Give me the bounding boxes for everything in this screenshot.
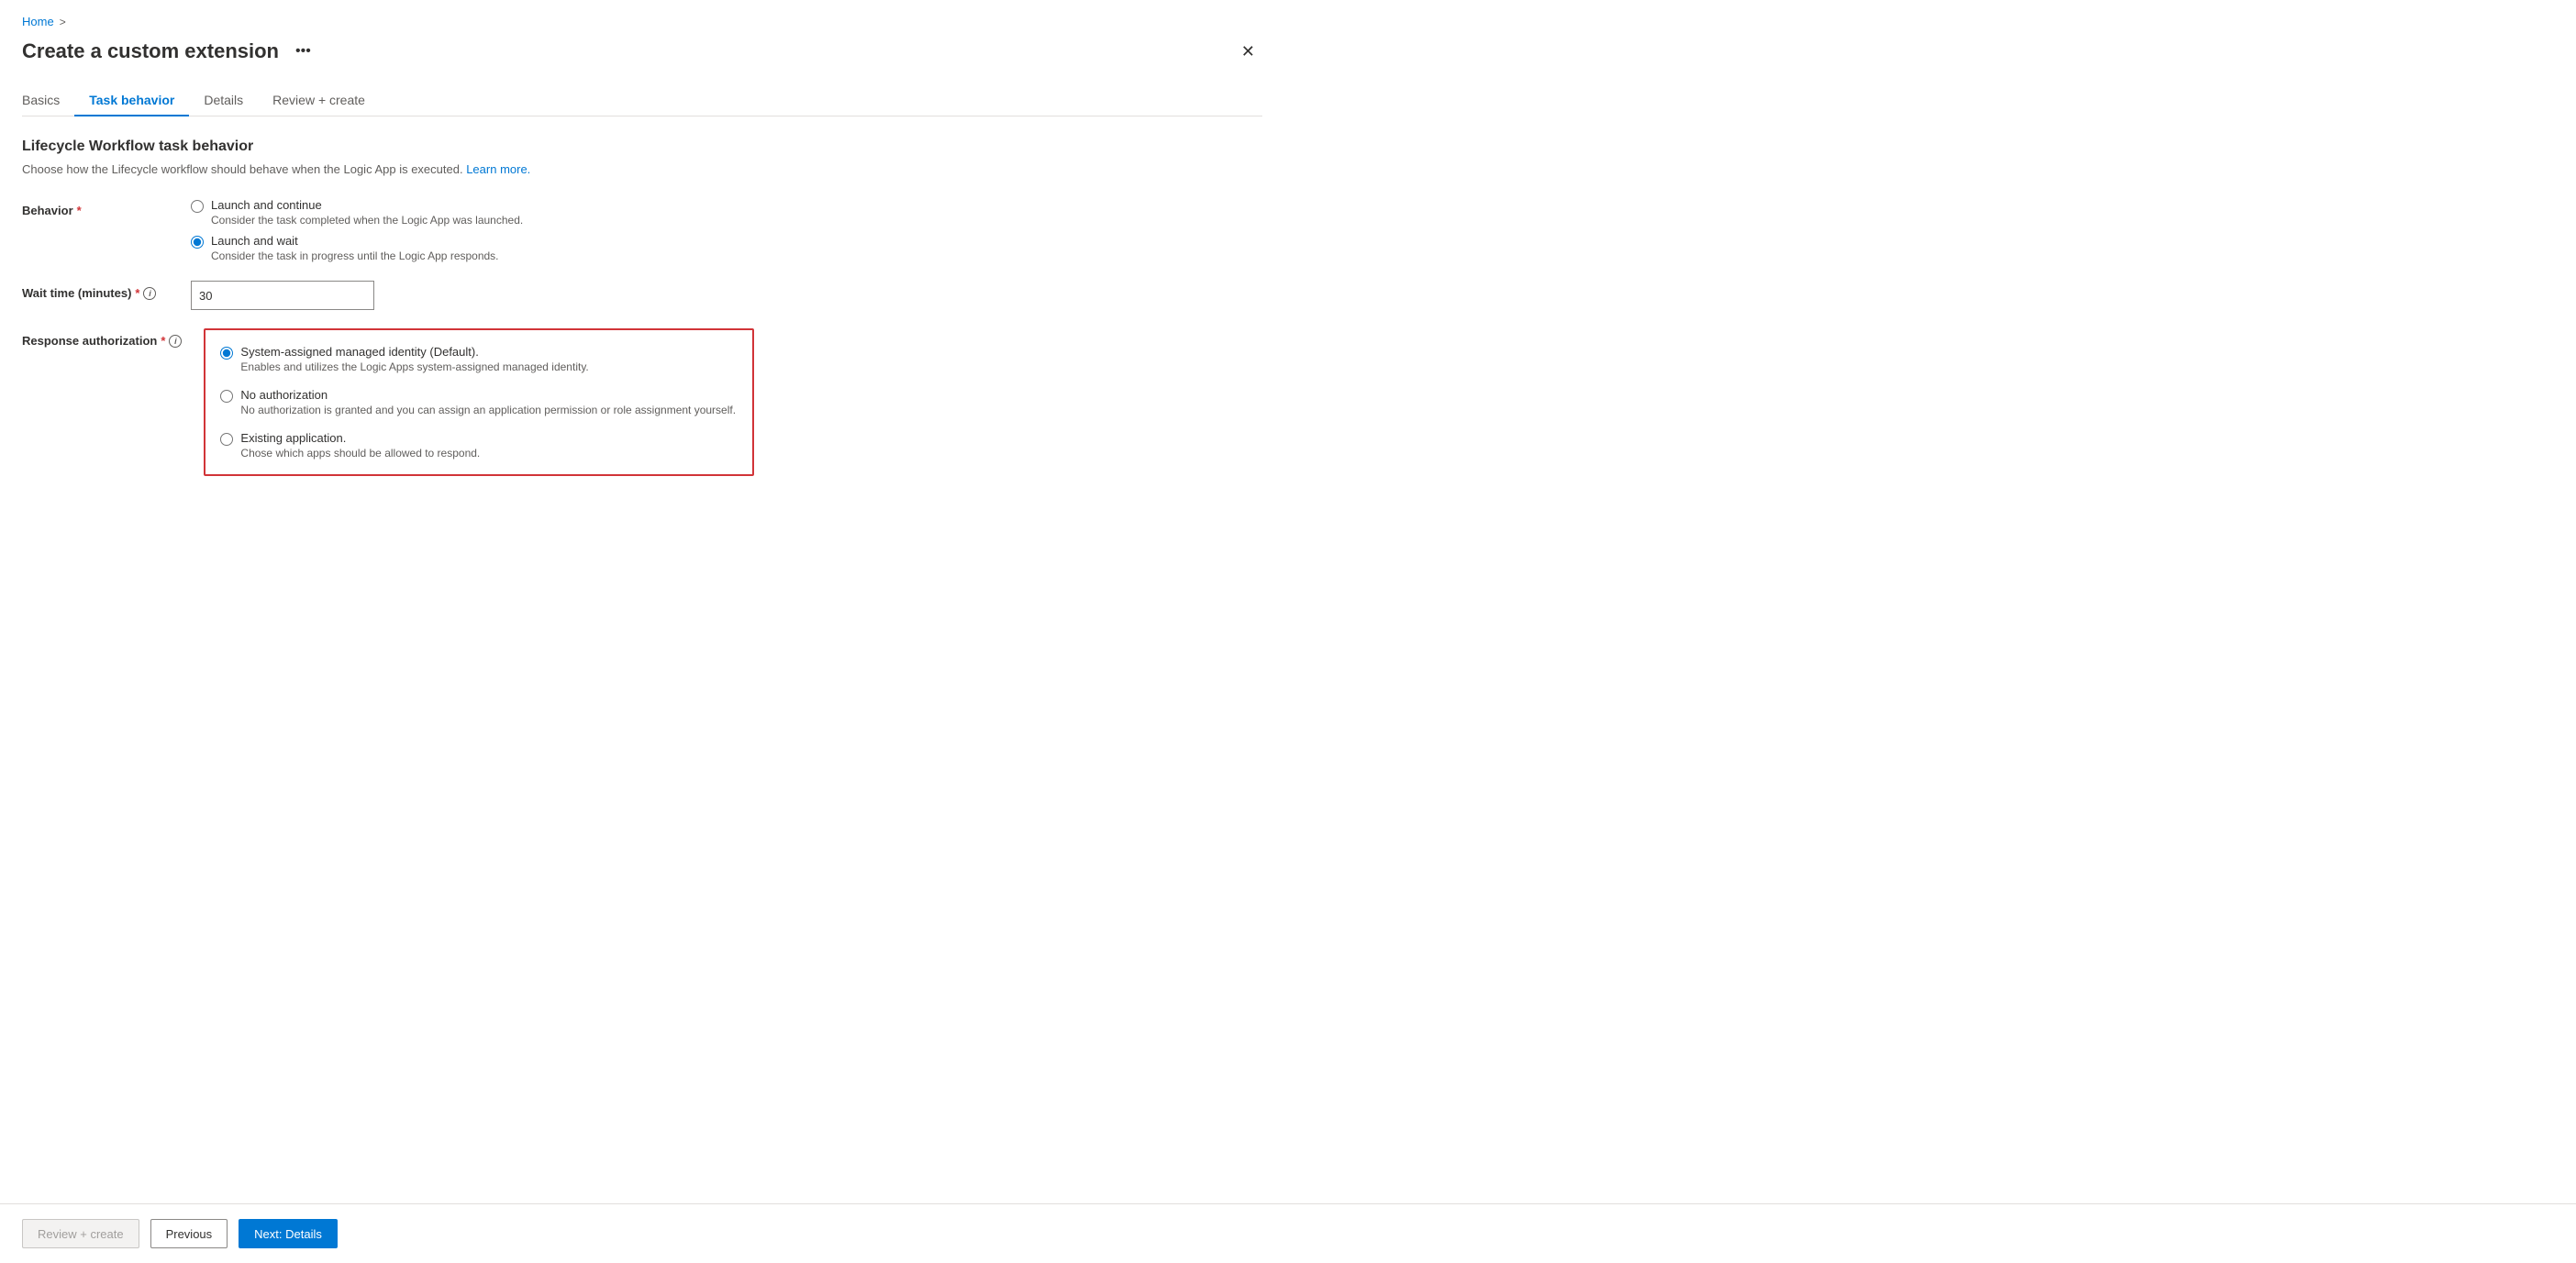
wait-time-info-icon[interactable]: i — [143, 287, 156, 300]
tabs-nav: Basics Task behavior Details Review + cr… — [22, 85, 1262, 116]
behavior-option-launch-continue-label: Launch and continue — [211, 198, 523, 212]
wait-time-label: Wait time (minutes) * i — [22, 281, 169, 300]
section-description: Choose how the Lifecycle workflow should… — [22, 162, 1262, 176]
behavior-radio-launch-continue[interactable] — [191, 200, 204, 213]
behavior-control-area: Launch and continue Consider the task co… — [191, 198, 741, 262]
behavior-radio-launch-wait[interactable] — [191, 236, 204, 249]
response-auth-option-existing-app[interactable]: Existing application. Chose which apps s… — [220, 431, 738, 460]
behavior-option-launch-wait-desc: Consider the task in progress until the … — [211, 249, 499, 262]
tab-task-behavior[interactable]: Task behavior — [74, 85, 189, 116]
response-auth-info-icon[interactable]: i — [169, 335, 182, 348]
wait-time-input[interactable] — [191, 281, 374, 310]
tab-details[interactable]: Details — [189, 85, 258, 116]
response-auth-existing-app-desc: Chose which apps should be allowed to re… — [240, 447, 480, 460]
behavior-label: Behavior * — [22, 198, 169, 217]
response-auth-system-assigned-desc: Enables and utilizes the Logic Apps syst… — [240, 360, 588, 373]
response-auth-radio-group: System-assigned managed identity (Defaul… — [220, 345, 738, 460]
page-title: Create a custom extension — [22, 39, 279, 63]
more-options-button[interactable]: ••• — [288, 39, 318, 63]
response-auth-radio-system-assigned[interactable] — [220, 347, 233, 360]
behavior-option-launch-wait-label: Launch and wait — [211, 234, 499, 248]
behavior-form-row: Behavior * Launch and continue Consider … — [22, 198, 1262, 262]
breadcrumb-separator: > — [60, 16, 66, 28]
section-title: Lifecycle Workflow task behavior — [22, 138, 1262, 155]
response-auth-no-auth-desc: No authorization is granted and you can … — [240, 404, 736, 416]
behavior-radio-group: Launch and continue Consider the task co… — [191, 198, 741, 262]
breadcrumb-home-link[interactable]: Home — [22, 15, 54, 28]
learn-more-link[interactable]: Learn more. — [466, 162, 530, 176]
close-button[interactable]: ✕ — [1234, 39, 1262, 63]
tab-review-create[interactable]: Review + create — [258, 85, 380, 116]
response-auth-radio-existing-app[interactable] — [220, 433, 233, 446]
tab-basics[interactable]: Basics — [22, 85, 74, 116]
wait-time-control-area — [191, 281, 741, 310]
response-auth-form-row: Response authorization * i System-assign… — [22, 328, 1262, 476]
response-auth-required-star: * — [161, 334, 165, 348]
response-auth-radio-no-auth[interactable] — [220, 390, 233, 403]
response-auth-option-no-auth[interactable]: No authorization No authorization is gra… — [220, 388, 738, 416]
breadcrumb: Home > — [22, 15, 1262, 28]
behavior-option-launch-continue[interactable]: Launch and continue Consider the task co… — [191, 198, 741, 227]
footer-bar: Review + create Previous Next: Details — [0, 1203, 2576, 1263]
page-title-area: Create a custom extension ••• — [22, 39, 318, 63]
response-auth-system-assigned-label: System-assigned managed identity (Defaul… — [240, 345, 588, 359]
wait-time-form-row: Wait time (minutes) * i — [22, 281, 1262, 310]
behavior-required-star: * — [77, 204, 82, 217]
review-create-button[interactable]: Review + create — [22, 1219, 139, 1248]
response-auth-box: System-assigned managed identity (Defaul… — [204, 328, 754, 476]
previous-button[interactable]: Previous — [150, 1219, 228, 1248]
wait-time-required-star: * — [135, 286, 139, 300]
response-auth-existing-app-label: Existing application. — [240, 431, 480, 445]
response-auth-no-auth-label: No authorization — [240, 388, 736, 402]
behavior-option-launch-wait[interactable]: Launch and wait Consider the task in pro… — [191, 234, 741, 262]
next-details-button[interactable]: Next: Details — [239, 1219, 338, 1248]
response-auth-label: Response authorization * i — [22, 328, 182, 348]
page-header: Create a custom extension ••• ✕ — [22, 39, 1262, 63]
behavior-option-launch-continue-desc: Consider the task completed when the Log… — [211, 214, 523, 227]
response-auth-option-system-assigned[interactable]: System-assigned managed identity (Defaul… — [220, 345, 738, 373]
